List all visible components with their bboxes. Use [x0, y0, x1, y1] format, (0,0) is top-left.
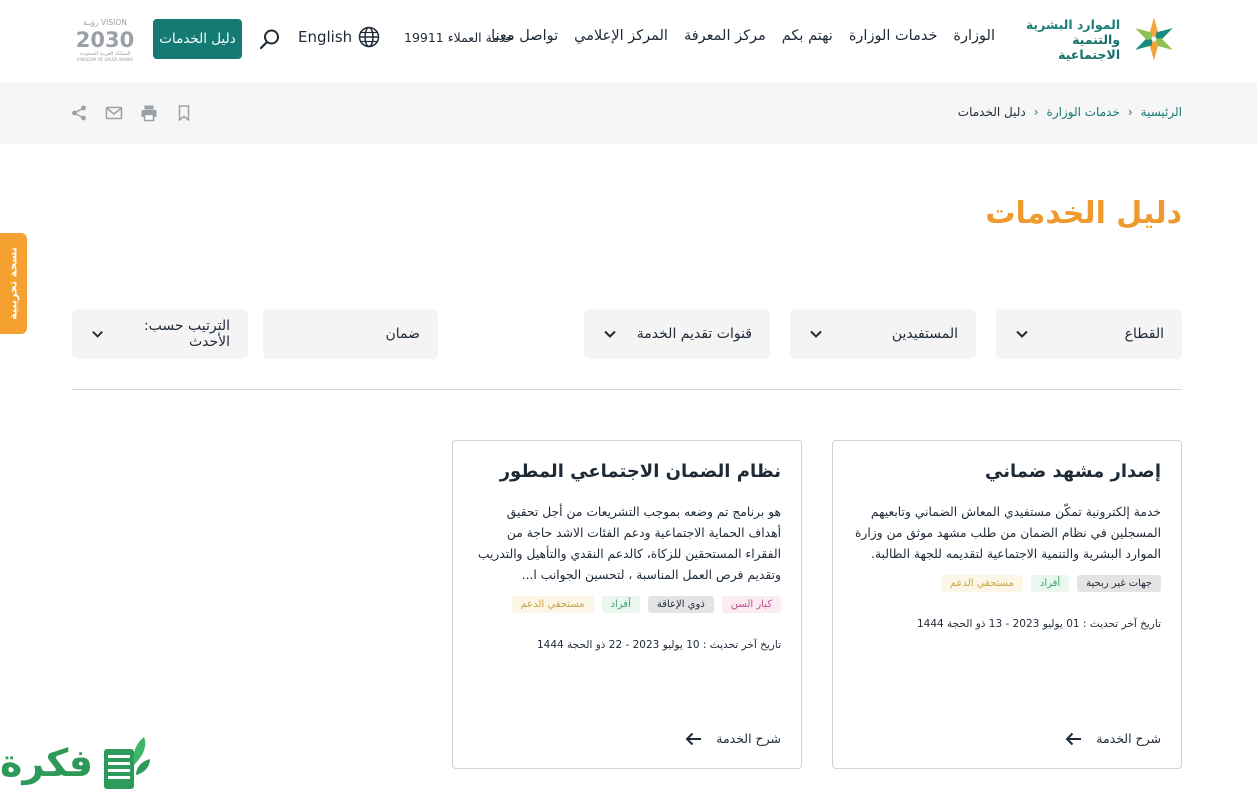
language-label: English: [298, 28, 353, 46]
breadcrumb-current: دليل الخدمات: [957, 105, 1026, 119]
book-plant-icon: [104, 737, 150, 789]
watermark-text: فكرة: [0, 741, 94, 785]
nav-item-ministry[interactable]: الوزارة: [953, 28, 995, 44]
language-switch[interactable]: English: [298, 26, 380, 48]
site-header: الموارد البشرية والتنمية الاجتماعية الوز…: [0, 0, 1257, 80]
print-icon[interactable]: [140, 104, 158, 122]
breadcrumb-bar: الرئيسية ‹ خدمات الوزارة ‹ دليل الخدمات: [0, 82, 1257, 144]
ministry-logo-line1: الموارد البشرية: [1025, 16, 1121, 32]
ministry-logo-line2: والتنمية الاجتماعية: [1058, 31, 1121, 62]
search-input[interactable]: ضمان: [263, 309, 438, 359]
chevron-down-icon: [810, 330, 822, 338]
filters-divider: [72, 389, 1182, 390]
channels-filter[interactable]: قنوات تقديم الخدمة: [584, 309, 770, 359]
chevron-down-icon: [92, 330, 104, 338]
customer-service-number[interactable]: خدمة العملاء 19911: [404, 30, 513, 45]
vision-logo-year: 2030: [76, 28, 134, 52]
service-card-title[interactable]: نظام الضمان الاجتماعي المطور: [473, 461, 781, 493]
service-card-description: هو برنامج تم وضعه بموجب التشريعات من أجل…: [477, 505, 781, 582]
chevron-down-icon: [1016, 330, 1028, 338]
page-tools: [70, 104, 193, 122]
beneficiaries-filter-label: المستفيدين: [891, 326, 958, 342]
beneficiaries-filter[interactable]: المستفيدين: [790, 309, 976, 359]
mail-icon[interactable]: [105, 104, 123, 122]
sector-filter[interactable]: القطاع: [996, 309, 1182, 359]
chevron-left-icon: ‹: [1033, 105, 1039, 119]
service-card-updated: تاريخ آخر تحديث : 01 يوليو 2023 - 13 ذو …: [916, 618, 1161, 630]
service-explanation-label: شرح الخدمة: [1096, 731, 1161, 746]
sort-select[interactable]: الترتيب حسب: الأحدث: [72, 309, 248, 359]
nav-item-knowledge-center[interactable]: مركز المعرفة: [684, 28, 766, 44]
tag-individuals: أفراد: [601, 596, 640, 613]
search-input-value: ضمان: [385, 326, 420, 342]
nav-item-media-center[interactable]: المركز الإعلامي: [574, 28, 668, 44]
ministry-logo-mark-icon: [1135, 17, 1173, 61]
arrow-left-icon: [1065, 732, 1082, 745]
vision-logo-top: VISION رؤيـة: [83, 18, 127, 27]
ministry-logo[interactable]: الموارد البشرية والتنمية الاجتماعية: [1017, 12, 1182, 66]
nav-item-services[interactable]: خدمات الوزارة: [849, 28, 938, 44]
sort-select-label: الترتيب حسب: الأحدث: [143, 318, 230, 350]
tag-elderly: كبار السن: [721, 596, 781, 613]
nav-item-we-care[interactable]: نهتم بكم: [782, 28, 833, 44]
chevron-left-icon: ‹: [1127, 105, 1133, 119]
service-explanation-link[interactable]: شرح الخدمة: [685, 731, 781, 746]
share-icon[interactable]: [70, 104, 88, 122]
search-icon[interactable]: [257, 26, 283, 52]
service-card-updated: تاريخ آخر تحديث : 10 يوليو 2023 - 22 ذو …: [536, 639, 781, 651]
breadcrumb: الرئيسية ‹ خدمات الوزارة ‹ دليل الخدمات: [958, 105, 1182, 119]
ministry-logo-text: الموارد البشرية والتنمية الاجتماعية: [1017, 17, 1120, 62]
chevron-down-icon: [604, 330, 616, 338]
service-card[interactable]: نظام الضمان الاجتماعي المطور هو برنامج ت…: [452, 440, 802, 769]
services-guide-button[interactable]: دليل الخدمات: [153, 19, 242, 59]
page-title: دليل الخدمات: [985, 196, 1182, 231]
beta-version-label: نسخة تجريبية: [7, 247, 20, 320]
tag-disabled: ذوي الإعاقة: [647, 596, 714, 613]
channels-filter-label: قنوات تقديم الخدمة: [636, 326, 752, 342]
service-explanation-link[interactable]: شرح الخدمة: [1065, 731, 1161, 746]
tag-non-profit: جهات غير ربحية: [1077, 575, 1161, 592]
tag-support-eligible: مستحقي الدعم: [940, 575, 1023, 592]
service-card-tags: جهات غير ربحية أفراد مستحقي الدعم: [853, 575, 1161, 592]
beta-version-tab[interactable]: نسخة تجريبية: [0, 233, 27, 334]
watermark-logo: فكرة: [0, 735, 152, 797]
service-card-tags: كبار السن ذوي الإعاقة أفراد مستحقي الدعم: [473, 596, 781, 613]
breadcrumb-home[interactable]: الرئيسية: [1141, 105, 1182, 119]
service-card-description: خدمة إلكترونية تمكّن مستفيدي المعاش الضم…: [854, 505, 1161, 561]
arrow-left-icon: [685, 732, 702, 745]
main-nav: الوزارة خدمات الوزارة نهتم بكم مركز المع…: [491, 28, 995, 44]
vision-logo-sub-en: KINGDOM OF SAUDI ARABIA: [77, 57, 133, 62]
vision-2030-logo[interactable]: VISION رؤيـة 2030 المملكة العربية السعود…: [72, 16, 138, 64]
service-explanation-label: شرح الخدمة: [716, 731, 781, 746]
service-card-title[interactable]: إصدار مشهد ضماني: [853, 461, 1161, 493]
tag-individuals: أفراد: [1030, 575, 1070, 592]
tag-support-eligible: مستحقي الدعم: [511, 596, 594, 613]
breadcrumb-services[interactable]: خدمات الوزارة: [1047, 105, 1120, 119]
globe-icon: [358, 26, 380, 48]
bookmark-icon[interactable]: [175, 104, 193, 122]
service-card[interactable]: إصدار مشهد ضماني خدمة إلكترونية تمكّن مس…: [832, 440, 1182, 769]
sector-filter-label: القطاع: [1124, 326, 1164, 342]
